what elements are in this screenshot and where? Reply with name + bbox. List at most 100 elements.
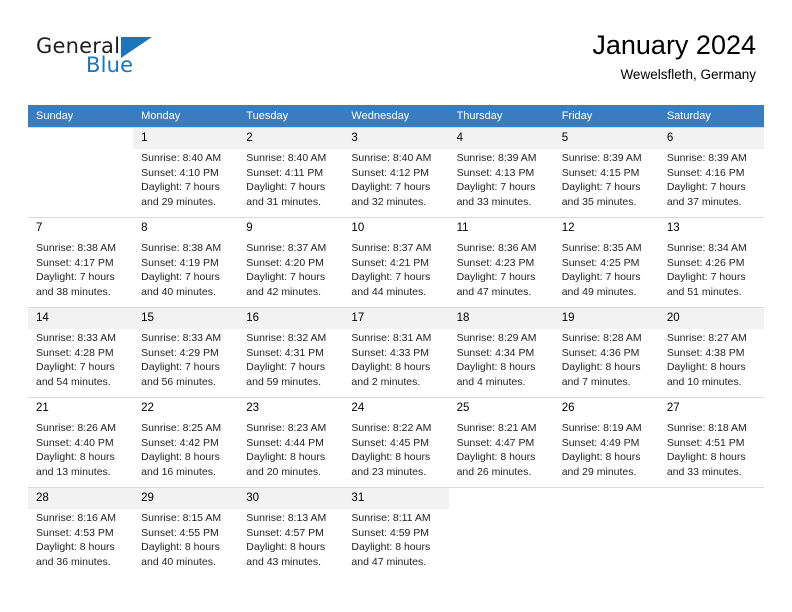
calendar-cell: 5 Sunrise: 8:39 AM Sunset: 4:15 PM Daylight… — [553, 127, 659, 217]
daylight-text-line2: and 2 minutes. — [351, 375, 421, 388]
daylight-text-line2: and 49 minutes. — [561, 285, 637, 298]
day-cell[interactable]: 19 Sunrise: 8:28 AM Sunset: 4:36 PM Dayligh… — [553, 307, 659, 397]
day-cell[interactable]: 28 Sunrise: 8:16 AM Sunset: 4:53 PM Dayligh… — [28, 487, 134, 577]
day-sun-info: Sunrise: 8:19 AM Sunset: 4:49 PM Daylight:… — [554, 419, 659, 479]
sunrise-text: Sunrise: 8:40 AM — [351, 152, 432, 164]
sunset-text: Sunset: 4:23 PM — [456, 256, 535, 269]
day-cell[interactable]: 27 Sunrise: 8:18 AM Sunset: 4:51 PM Dayligh… — [658, 397, 764, 487]
day-cell[interactable]: 26 Sunrise: 8:19 AM Sunset: 4:49 PM Dayligh… — [553, 397, 659, 487]
day-cell[interactable]: 17 Sunrise: 8:31 AM Sunset: 4:33 PM Dayligh… — [343, 307, 449, 397]
day-sun-info: Sunrise: 8:34 AM Sunset: 4:26 PM Daylight:… — [659, 239, 764, 299]
calendar-cell: 11 Sunrise: 8:36 AM Sunset: 4:23 PM Dayligh… — [448, 217, 554, 307]
day-cell[interactable]: 8 Sunrise: 8:38 AM Sunset: 4:19 PM Daylight… — [133, 217, 239, 307]
calendar-cell: 10 Sunrise: 8:37 AM Sunset: 4:21 PM Dayligh… — [343, 217, 449, 307]
day-cell[interactable]: 10 Sunrise: 8:37 AM Sunset: 4:21 PM Dayligh… — [343, 217, 449, 307]
daylight-text-line1: Daylight: 7 hours — [36, 361, 115, 373]
day-cell[interactable]: 18 Sunrise: 8:29 AM Sunset: 4:34 PM Dayligh… — [448, 307, 554, 397]
sunset-text: Sunset: 4:28 PM — [36, 346, 114, 359]
day-cell[interactable]: 31 Sunrise: 8:11 AM Sunset: 4:59 PM Dayligh… — [343, 487, 449, 577]
calendar-week-row: 21 Sunrise: 8:26 AM Sunset: 4:40 PM Dayligh… — [28, 397, 764, 487]
daylight-text-line2: and 35 minutes. — [561, 195, 637, 208]
calendar-cell: 2 Sunrise: 8:40 AM Sunset: 4:11 PM Daylight… — [238, 127, 344, 217]
daylight-text-line2: and 32 minutes. — [351, 195, 427, 208]
day-cell[interactable]: 2 Sunrise: 8:40 AM Sunset: 4:11 PM Daylight… — [238, 127, 344, 217]
day-sun-info: Sunrise: 8:39 AM Sunset: 4:16 PM Daylight:… — [659, 149, 764, 209]
weekday-header-monday: Monday — [133, 105, 239, 127]
day-cell[interactable]: 12 Sunrise: 8:35 AM Sunset: 4:25 PM Dayligh… — [553, 217, 659, 307]
day-cell[interactable]: 9 Sunrise: 8:37 AM Sunset: 4:20 PM Daylight… — [238, 217, 344, 307]
day-number: 4 — [448, 128, 554, 149]
calendar-cell: 24 Sunrise: 8:22 AM Sunset: 4:45 PM Dayligh… — [343, 397, 449, 487]
day-cell[interactable]: 11 Sunrise: 8:36 AM Sunset: 4:23 PM Dayligh… — [448, 217, 554, 307]
calendar-cell: 18 Sunrise: 8:29 AM Sunset: 4:34 PM Dayligh… — [448, 307, 554, 397]
daylight-text-line1: Daylight: 8 hours — [456, 451, 536, 463]
calendar-cell: 16 Sunrise: 8:32 AM Sunset: 4:31 PM Dayligh… — [238, 307, 344, 397]
day-cell[interactable]: 24 Sunrise: 8:22 AM Sunset: 4:45 PM Dayligh… — [343, 397, 449, 487]
day-cell[interactable]: 7 Sunrise: 8:38 AM Sunset: 4:17 PM Daylight… — [28, 217, 134, 307]
day-cell[interactable]: 14 Sunrise: 8:33 AM Sunset: 4:28 PM Dayligh… — [28, 307, 134, 397]
calendar-cell: 25 Sunrise: 8:21 AM Sunset: 4:47 PM Dayligh… — [448, 397, 554, 487]
day-sun-info: Sunrise: 8:40 AM Sunset: 4:10 PM Daylight:… — [133, 149, 238, 209]
day-sun-info: Sunrise: 8:39 AM Sunset: 4:13 PM Daylight:… — [449, 149, 554, 209]
sunset-text: Sunset: 4:44 PM — [246, 436, 324, 449]
day-cell[interactable]: 1 Sunrise: 8:40 AM Sunset: 4:10 PM Daylight… — [133, 127, 239, 217]
sunset-text: Sunset: 4:16 PM — [666, 166, 745, 179]
calendar-cell: 14 Sunrise: 8:33 AM Sunset: 4:28 PM Dayligh… — [28, 307, 134, 397]
day-number: 5 — [553, 128, 659, 149]
calendar-cell: 21 Sunrise: 8:26 AM Sunset: 4:40 PM Dayligh… — [28, 397, 134, 487]
day-sun-info: Sunrise: 8:32 AM Sunset: 4:31 PM Daylight:… — [238, 329, 343, 389]
day-sun-info: Sunrise: 8:21 AM Sunset: 4:47 PM Daylight:… — [449, 419, 554, 479]
day-cell[interactable]: 4 Sunrise: 8:39 AM Sunset: 4:13 PM Daylight… — [448, 127, 554, 217]
sunrise-text: Sunrise: 8:33 AM — [36, 332, 116, 344]
sunrise-text: Sunrise: 8:33 AM — [141, 332, 222, 344]
weekday-header-friday: Friday — [553, 105, 659, 127]
location-subtitle: Wewelsfleth, Germany — [620, 67, 756, 82]
calendar-header-row: Sunday Monday Tuesday Wednesday Thursday… — [28, 105, 764, 127]
month-calendar-table: Sunday Monday Tuesday Wednesday Thursday… — [28, 105, 764, 577]
day-cell[interactable]: 5 Sunrise: 8:39 AM Sunset: 4:15 PM Daylight… — [553, 127, 659, 217]
day-cell[interactable]: 30 Sunrise: 8:13 AM Sunset: 4:57 PM Dayligh… — [238, 487, 344, 577]
title-block: January 2024 Wewelsfleth, Germany — [592, 28, 756, 85]
day-number: 2 — [238, 128, 344, 149]
day-cell[interactable]: 25 Sunrise: 8:21 AM Sunset: 4:47 PM Dayligh… — [448, 397, 554, 487]
general-blue-logo[interactable]: General Blue — [36, 34, 276, 84]
daylight-text-line2: and 51 minutes. — [666, 285, 742, 298]
sunrise-text: Sunrise: 8:22 AM — [351, 422, 432, 434]
day-cell[interactable]: 22 Sunrise: 8:25 AM Sunset: 4:42 PM Dayligh… — [133, 397, 239, 487]
daylight-text-line2: and 37 minutes. — [666, 195, 742, 208]
day-cell[interactable]: 16 Sunrise: 8:32 AM Sunset: 4:31 PM Dayligh… — [238, 307, 344, 397]
calendar-week-row: 28 Sunrise: 8:16 AM Sunset: 4:53 PM Dayligh… — [28, 487, 764, 577]
daylight-text-line1: Daylight: 7 hours — [351, 181, 431, 193]
sunset-text: Sunset: 4:11 PM — [246, 166, 324, 179]
day-cell[interactable]: 29 Sunrise: 8:15 AM Sunset: 4:55 PM Dayligh… — [133, 487, 239, 577]
daylight-text-line2: and 36 minutes. — [36, 555, 111, 568]
sunrise-text: Sunrise: 8:39 AM — [456, 152, 537, 164]
sunrise-text: Sunrise: 8:11 AM — [351, 512, 431, 524]
sunset-text: Sunset: 4:38 PM — [666, 346, 745, 359]
day-sun-info: Sunrise: 8:31 AM Sunset: 4:33 PM Daylight:… — [343, 329, 448, 389]
day-number: 21 — [28, 398, 134, 419]
daylight-text-line2: and 33 minutes. — [666, 465, 742, 478]
sunset-text: Sunset: 4:15 PM — [561, 166, 640, 179]
day-cell[interactable]: 23 Sunrise: 8:23 AM Sunset: 4:44 PM Dayligh… — [238, 397, 344, 487]
daylight-text-line2: and 23 minutes. — [351, 465, 427, 478]
daylight-text-line2: and 33 minutes. — [456, 195, 532, 208]
day-number — [449, 488, 554, 509]
day-number: 15 — [133, 308, 239, 329]
day-cell[interactable]: 20 Sunrise: 8:27 AM Sunset: 4:38 PM Dayligh… — [658, 307, 764, 397]
day-cell[interactable]: 21 Sunrise: 8:26 AM Sunset: 4:40 PM Dayligh… — [28, 397, 134, 487]
day-cell[interactable]: 3 Sunrise: 8:40 AM Sunset: 4:12 PM Daylight… — [343, 127, 449, 217]
sunrise-text: Sunrise: 8:18 AM — [666, 422, 747, 434]
calendar-cell: 9 Sunrise: 8:37 AM Sunset: 4:20 PM Daylight… — [238, 217, 344, 307]
day-cell[interactable]: 6 Sunrise: 8:39 AM Sunset: 4:16 PM Daylight… — [658, 127, 764, 217]
day-number: 26 — [553, 398, 659, 419]
day-cell[interactable]: 15 Sunrise: 8:33 AM Sunset: 4:29 PM Dayligh… — [133, 307, 239, 397]
calendar-cell: 17 Sunrise: 8:31 AM Sunset: 4:33 PM Dayligh… — [343, 307, 449, 397]
sunrise-text: Sunrise: 8:26 AM — [36, 422, 116, 434]
day-number — [659, 488, 764, 509]
sunset-text: Sunset: 4:33 PM — [351, 346, 430, 359]
sunrise-text: Sunrise: 8:19 AM — [561, 422, 642, 434]
sunrise-text: Sunrise: 8:13 AM — [246, 512, 327, 524]
day-cell[interactable]: 13 Sunrise: 8:34 AM Sunset: 4:26 PM Dayligh… — [658, 217, 764, 307]
daylight-text-line2: and 43 minutes. — [246, 555, 321, 568]
